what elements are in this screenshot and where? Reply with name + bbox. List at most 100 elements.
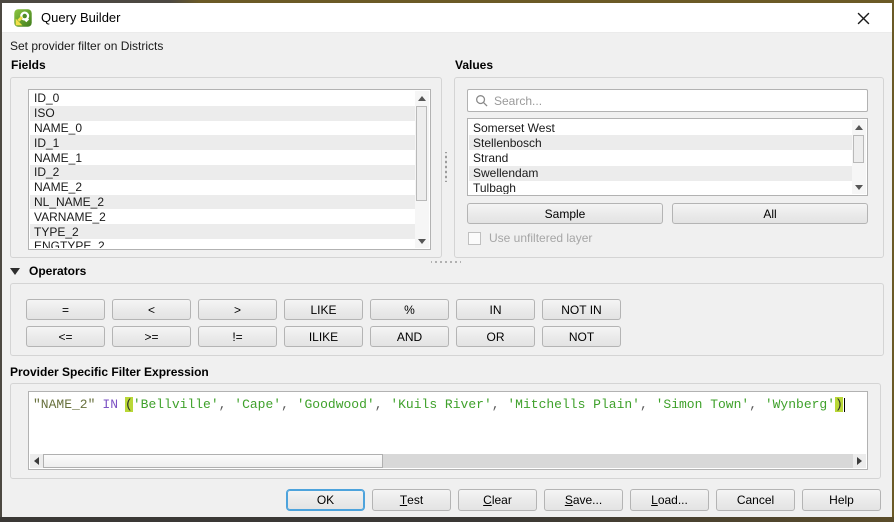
arrow-up-icon [855, 125, 863, 130]
arrow-left-icon [34, 457, 39, 465]
vertical-splitter-handle[interactable] [444, 152, 448, 182]
value-item[interactable]: Tulbagh [469, 181, 852, 194]
scroll-right-button[interactable] [853, 454, 866, 468]
sql-separator: , [640, 397, 656, 412]
values-label: Values [455, 58, 493, 72]
close-button[interactable] [848, 3, 878, 33]
field-item[interactable]: ID_2 [30, 165, 415, 180]
field-item[interactable]: ENGTYPE_2 [30, 239, 415, 248]
window-border-left [0, 0, 2, 522]
filter-expression-editor[interactable]: "NAME_2" IN ('Bellville', 'Cape', 'Goodwoo… [28, 391, 868, 470]
field-item[interactable]: VARNAME_2 [30, 209, 415, 224]
collapse-triangle-icon[interactable] [10, 268, 20, 275]
clear-button[interactable]: Clear [458, 489, 537, 511]
operator-button[interactable]: <= [26, 326, 105, 347]
arrow-up-icon [418, 96, 426, 101]
operator-button[interactable]: LIKE [284, 299, 363, 320]
field-item[interactable]: ID_0 [30, 91, 415, 106]
arrow-down-icon [855, 185, 863, 190]
scroll-down-button[interactable] [415, 234, 429, 248]
operator-button[interactable]: != [198, 326, 277, 347]
sql-string-literal: 'Cape' [234, 397, 281, 412]
value-item[interactable]: Somerset West [469, 120, 852, 135]
operator-button[interactable]: NOT IN [542, 299, 621, 320]
search-input[interactable] [494, 94, 867, 108]
dialog-subtitle: Set provider filter on Districts [10, 39, 163, 53]
operator-button[interactable]: AND [370, 326, 449, 347]
dialog-button-row: OK Test Clear Save... Load... Cancel Help [286, 489, 881, 511]
use-unfiltered-label: Use unfiltered layer [489, 231, 592, 245]
scroll-up-button[interactable] [852, 120, 866, 134]
test-button[interactable]: Test [372, 489, 451, 511]
sql-string-literal: 'Simon Town' [656, 397, 750, 412]
scroll-left-button[interactable] [30, 454, 43, 468]
use-unfiltered-row: Use unfiltered layer [468, 231, 592, 245]
field-item[interactable]: NL_NAME_2 [30, 195, 415, 210]
operator-button[interactable]: IN [456, 299, 535, 320]
fields-label: Fields [11, 58, 46, 72]
scroll-up-button[interactable] [415, 91, 429, 105]
filter-expression-label: Provider Specific Filter Expression [10, 365, 209, 379]
save-button[interactable]: Save... [544, 489, 623, 511]
operator-button[interactable]: ILIKE [284, 326, 363, 347]
operator-button[interactable]: NOT [542, 326, 621, 347]
values-scrollbar[interactable] [852, 120, 866, 194]
field-item[interactable]: ID_1 [30, 135, 415, 150]
cancel-button[interactable]: Cancel [716, 489, 795, 511]
load-button[interactable]: Load... [630, 489, 709, 511]
arrow-right-icon [857, 457, 862, 465]
sql-string-literal: 'Wynberg' [765, 397, 835, 412]
arrow-down-icon [418, 239, 426, 244]
operator-button[interactable]: < [112, 299, 191, 320]
operator-button[interactable]: = [26, 299, 105, 320]
help-button[interactable]: Help [802, 489, 881, 511]
text-caret [844, 398, 845, 412]
operator-button[interactable]: OR [456, 326, 535, 347]
qgis-logo-icon [14, 9, 32, 27]
sql-string-literal: 'Bellville' [133, 397, 219, 412]
sql-separator: , [492, 397, 508, 412]
field-item[interactable]: ISO [30, 106, 415, 121]
operators-label: Operators [29, 264, 86, 278]
field-item[interactable]: TYPE_2 [30, 224, 415, 239]
sql-string-literal: 'Kuils River' [390, 397, 491, 412]
value-item[interactable]: Strand [469, 150, 852, 165]
sql-close-paren: ) [835, 397, 843, 412]
use-unfiltered-checkbox[interactable] [468, 232, 481, 245]
expression-hscrollbar[interactable] [30, 454, 866, 468]
operator-button[interactable]: % [370, 299, 449, 320]
filter-expression-text: "NAME_2" IN ('Bellville', 'Cape', 'Goodwoo… [33, 397, 845, 412]
sql-field-name: "NAME_2" [33, 397, 95, 412]
horizontal-splitter-handle[interactable] [431, 260, 461, 264]
operator-button[interactable]: > [198, 299, 277, 320]
field-item[interactable]: NAME_2 [30, 180, 415, 195]
window-title: Query Builder [41, 10, 120, 25]
fields-scrollbar[interactable] [415, 91, 429, 248]
field-item[interactable]: NAME_0 [30, 121, 415, 136]
scroll-down-button[interactable] [852, 180, 866, 194]
window-border-bottom [0, 517, 894, 522]
sql-keyword: IN [102, 397, 118, 412]
value-item[interactable]: Stellenbosch [469, 135, 852, 150]
sql-string-literal: 'Mitchells Plain' [507, 397, 640, 412]
search-icon [475, 94, 488, 107]
scrollbar-thumb[interactable] [853, 135, 864, 163]
values-search [467, 89, 868, 112]
fields-list: ID_0ISONAME_0ID_1NAME_1ID_2NAME_2NL_NAME… [28, 89, 431, 250]
sql-string-literal: 'Goodwood' [297, 397, 375, 412]
value-item[interactable]: Swellendam [469, 166, 852, 181]
sql-separator: , [281, 397, 297, 412]
operator-button[interactable]: >= [112, 326, 191, 347]
all-button[interactable]: All [672, 203, 868, 224]
field-item[interactable]: NAME_1 [30, 150, 415, 165]
scrollbar-thumb[interactable] [43, 454, 383, 468]
sample-button[interactable]: Sample [467, 203, 663, 224]
ok-button[interactable]: OK [286, 489, 365, 511]
sql-separator: , [375, 397, 391, 412]
sql-separator: , [219, 397, 235, 412]
sql-open-paren: ( [125, 397, 133, 412]
values-list: Somerset WestStellenboschStrandSwellenda… [467, 118, 868, 196]
scrollbar-thumb[interactable] [416, 106, 427, 201]
operators-header[interactable]: Operators [10, 264, 86, 278]
title-bar: Query Builder [2, 3, 892, 33]
